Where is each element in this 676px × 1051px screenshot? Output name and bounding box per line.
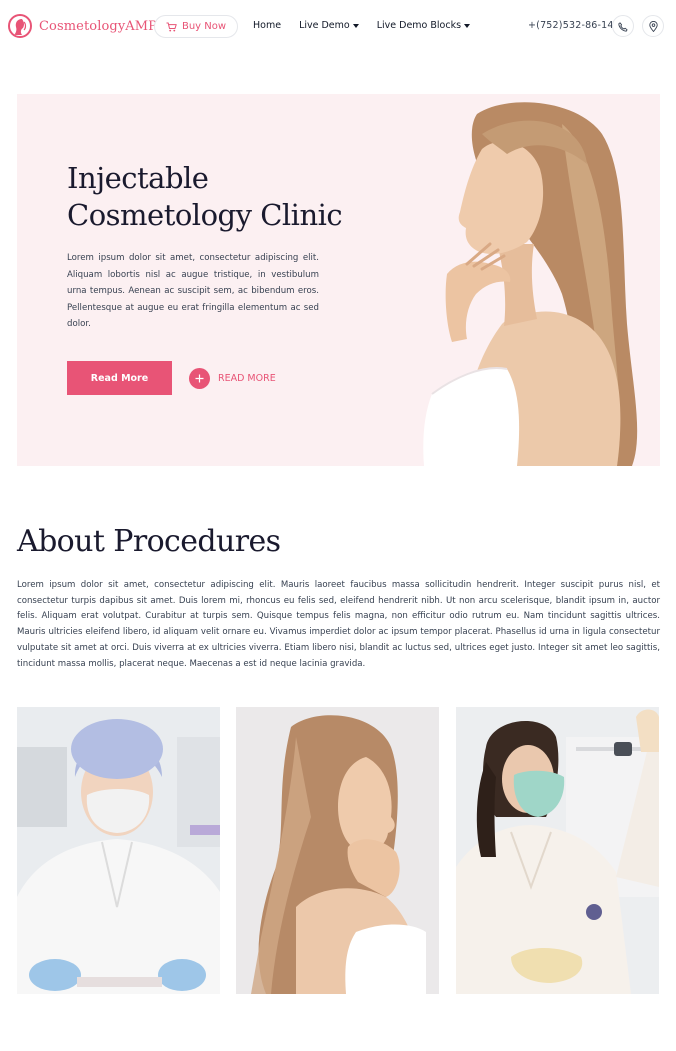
nav-item-home[interactable]: Home (253, 20, 281, 31)
gallery-image-surgeon[interactable] (17, 707, 220, 994)
nav-item-label: Live Demo Blocks (376, 20, 462, 31)
phone-button[interactable] (612, 15, 634, 37)
about-title: About Procedures (17, 524, 281, 559)
location-pin-icon (648, 17, 658, 36)
buy-now-button[interactable]: Buy Now (154, 15, 238, 38)
gallery-image-doctor[interactable] (456, 707, 659, 994)
read-more-link[interactable]: READ MORE (189, 368, 276, 389)
hero-title-line: Cosmetology Clinic (67, 198, 343, 232)
nav-item-live-demo-blocks[interactable]: Live Demo Blocks (376, 20, 471, 31)
site-header: CosmetologyAMP Buy Now Home Live Demo Li… (0, 0, 676, 52)
nav-item-live-demo[interactable]: Live Demo (299, 20, 359, 31)
caret-down-icon (352, 23, 359, 28)
gallery-image-woman[interactable] (236, 707, 439, 994)
woman-face-logo-icon (8, 14, 32, 38)
location-button[interactable] (642, 15, 664, 37)
hero-title-line: Injectable (67, 161, 209, 195)
main-nav: Home Live Demo Live Demo Blocks (253, 20, 488, 31)
nav-item-label: Home (253, 20, 282, 31)
plus-icon (189, 368, 210, 389)
hero-description: Lorem ipsum dolor sit amet, consectetur … (67, 253, 319, 329)
about-text: Lorem ipsum dolor sit amet, consectetur … (17, 580, 660, 669)
woman-profile-photo (236, 707, 439, 994)
cart-icon (166, 22, 177, 32)
hero-woman-photo (423, 102, 638, 466)
read-more-link-label: READ MORE (218, 373, 276, 384)
surgeon-photo (17, 707, 220, 994)
phone-icon (618, 17, 628, 36)
hero-title: Injectable Cosmetology Clinic (67, 160, 343, 234)
caret-down-icon (464, 23, 471, 28)
phone-number[interactable]: +(752)532-86-14 (528, 20, 614, 31)
buy-now-label: Buy Now (181, 21, 227, 32)
logo-text: CosmetologyAMP (39, 18, 158, 34)
read-more-button[interactable]: Read More (67, 361, 172, 395)
nav-item-label: Live Demo (299, 20, 350, 31)
hero-section: Injectable Cosmetology Clinic Lorem ipsu… (17, 94, 660, 466)
doctor-photo (456, 707, 659, 994)
logo[interactable]: CosmetologyAMP (8, 14, 157, 38)
